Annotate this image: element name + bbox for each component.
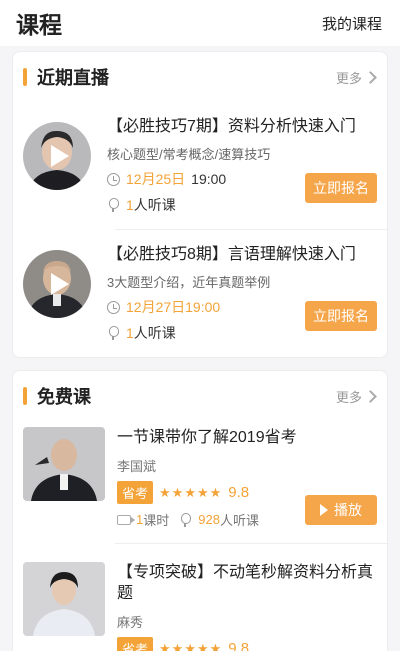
more-label: 更多	[335, 389, 362, 405]
video-icon	[117, 514, 135, 525]
live-section: 近期直播 更多 【必胜技巧7期】资料分析快速入门 核心题型/常考概念/速算技巧 …	[12, 51, 388, 358]
live-course-item[interactable]: 【必胜技巧7期】资料分析快速入门 核心题型/常考概念/速算技巧 12月25日 1…	[13, 102, 387, 229]
rating-row: 省考 ★★★★★ 9.8	[117, 637, 377, 651]
live-section-title: 近期直播	[37, 68, 109, 88]
play-button[interactable]: 播放	[305, 495, 377, 525]
section-accent-bar	[23, 387, 27, 405]
free-course-item[interactable]: 【专项突破】不动笔秒解资料分析真题 麻秀 省考 ★★★★★ 9.8	[23, 543, 387, 651]
free-course-title: 【专项突破】不动笔秒解资料分析真题	[117, 564, 374, 602]
rating-score: 9.8	[228, 484, 250, 501]
live-date: 12月27日19:00	[126, 299, 221, 315]
category-tag: 省考	[117, 481, 154, 504]
free-course-item[interactable]: 一节课带你了解2019省考 李国斌 省考 ★★★★★ 9.8 1 课时 928 …	[13, 421, 387, 543]
section-accent-bar	[23, 68, 27, 86]
play-label: 播放	[334, 502, 362, 518]
signup-button[interactable]: 立即报名	[305, 301, 377, 331]
play-icon	[320, 504, 328, 516]
free-course-title: 一节课带你了解2019省考	[117, 429, 297, 446]
teacher-name: 麻秀	[117, 615, 144, 630]
listener-count: 1	[126, 197, 134, 213]
listener-count: 928	[198, 512, 220, 527]
signup-button[interactable]: 立即报名	[305, 173, 377, 203]
teacher-avatar[interactable]	[23, 250, 91, 318]
star-rating-icon: ★★★★★	[159, 484, 223, 500]
live-more-link[interactable]: 更多	[335, 68, 377, 87]
top-bar: 课程 我的课程	[0, 0, 400, 46]
listener-suffix: 人听课	[219, 513, 259, 528]
free-section-title: 免费课	[37, 387, 91, 407]
microphone-icon	[107, 198, 119, 212]
free-section-header: 免费课 更多	[13, 371, 387, 421]
chevron-right-icon	[364, 70, 377, 84]
page-title: 课程	[16, 12, 62, 38]
listener-suffix: 人听课	[133, 197, 176, 213]
microphone-icon	[107, 326, 119, 340]
live-course-title: 【必胜技巧7期】资料分析快速入门	[107, 118, 356, 135]
lesson-suffix: 课时	[143, 513, 170, 528]
play-icon	[51, 273, 69, 295]
play-icon	[51, 145, 69, 167]
course-cover-image[interactable]	[23, 427, 105, 501]
listener-count: 1	[126, 325, 134, 341]
live-course-subtitle: 3大题型介绍，近年真题举例	[107, 275, 271, 290]
clock-icon	[107, 300, 120, 314]
free-more-link[interactable]: 更多	[335, 387, 377, 406]
teacher-name: 李国斌	[117, 459, 157, 474]
live-course-title: 【必胜技巧8期】言语理解快速入门	[107, 246, 356, 263]
rating-score: 9.8	[228, 640, 250, 651]
teacher-avatar[interactable]	[23, 122, 91, 190]
cover-image	[23, 562, 105, 636]
live-course-item[interactable]: 【必胜技巧8期】言语理解快速入门 3大题型介绍，近年真题举例 12月27日19:…	[23, 229, 387, 357]
star-rating-icon: ★★★★★	[159, 640, 223, 651]
microphone-icon	[179, 512, 192, 527]
course-cover-image[interactable]	[23, 562, 105, 636]
lesson-count: 1	[136, 512, 144, 527]
live-section-header: 近期直播 更多	[13, 52, 387, 102]
live-time: 19:00	[191, 171, 227, 187]
free-section: 免费课 更多 一节课带你了解2019省考 李国斌 省考 ★★★★★ 9.8 1 …	[12, 370, 388, 651]
live-course-subtitle: 核心题型/常考概念/速算技巧	[107, 147, 271, 162]
more-label: 更多	[335, 70, 362, 86]
live-date: 12月25日	[126, 171, 186, 187]
cover-image	[23, 427, 105, 501]
category-tag: 省考	[117, 637, 154, 651]
listener-suffix: 人听课	[133, 325, 176, 341]
clock-icon	[107, 172, 120, 186]
my-courses-link[interactable]: 我的课程	[322, 13, 382, 34]
chevron-right-icon	[364, 389, 377, 403]
